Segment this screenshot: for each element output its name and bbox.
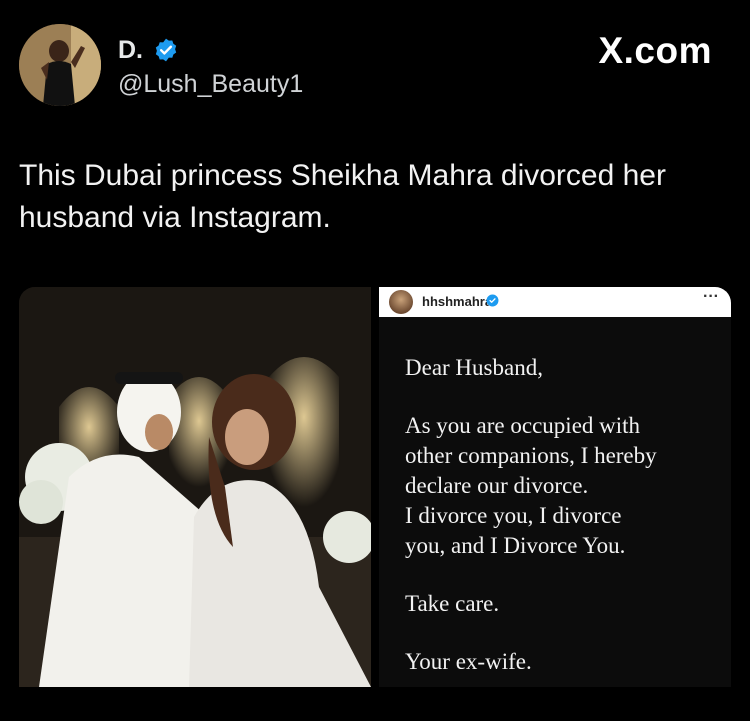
- letter-closing: Take care.: [405, 591, 500, 616]
- author-display-name[interactable]: D.: [118, 36, 143, 65]
- instagram-verified-icon: [486, 294, 499, 307]
- tweet-text: This Dubai princess Sheikha Mahra divorc…: [19, 159, 666, 234]
- verified-badge-icon: [155, 38, 177, 62]
- instagram-avatar: [389, 290, 413, 314]
- divorce-letter: Dear Husband, As you are occupied with o…: [405, 353, 725, 677]
- wedding-photo[interactable]: [19, 287, 371, 687]
- letter-signature: Your ex-wife.: [405, 649, 532, 674]
- instagram-username: hhshmahra: [422, 294, 493, 309]
- author-avatar[interactable]: [19, 24, 101, 106]
- letter-body: As you are occupied with other companion…: [405, 413, 657, 558]
- more-options-icon: ···: [703, 288, 719, 305]
- instagram-post-screenshot[interactable]: hhshmahra ··· Dear Husband, As you are o…: [379, 287, 731, 687]
- letter-salutation: Dear Husband,: [405, 355, 543, 380]
- wedding-photo-image: [19, 287, 371, 687]
- avatar-photo: [19, 24, 101, 106]
- author-handle[interactable]: @Lush_Beauty1: [118, 70, 303, 99]
- instagram-header: hhshmahra ···: [379, 287, 731, 317]
- brand-watermark: X.com: [598, 30, 712, 71]
